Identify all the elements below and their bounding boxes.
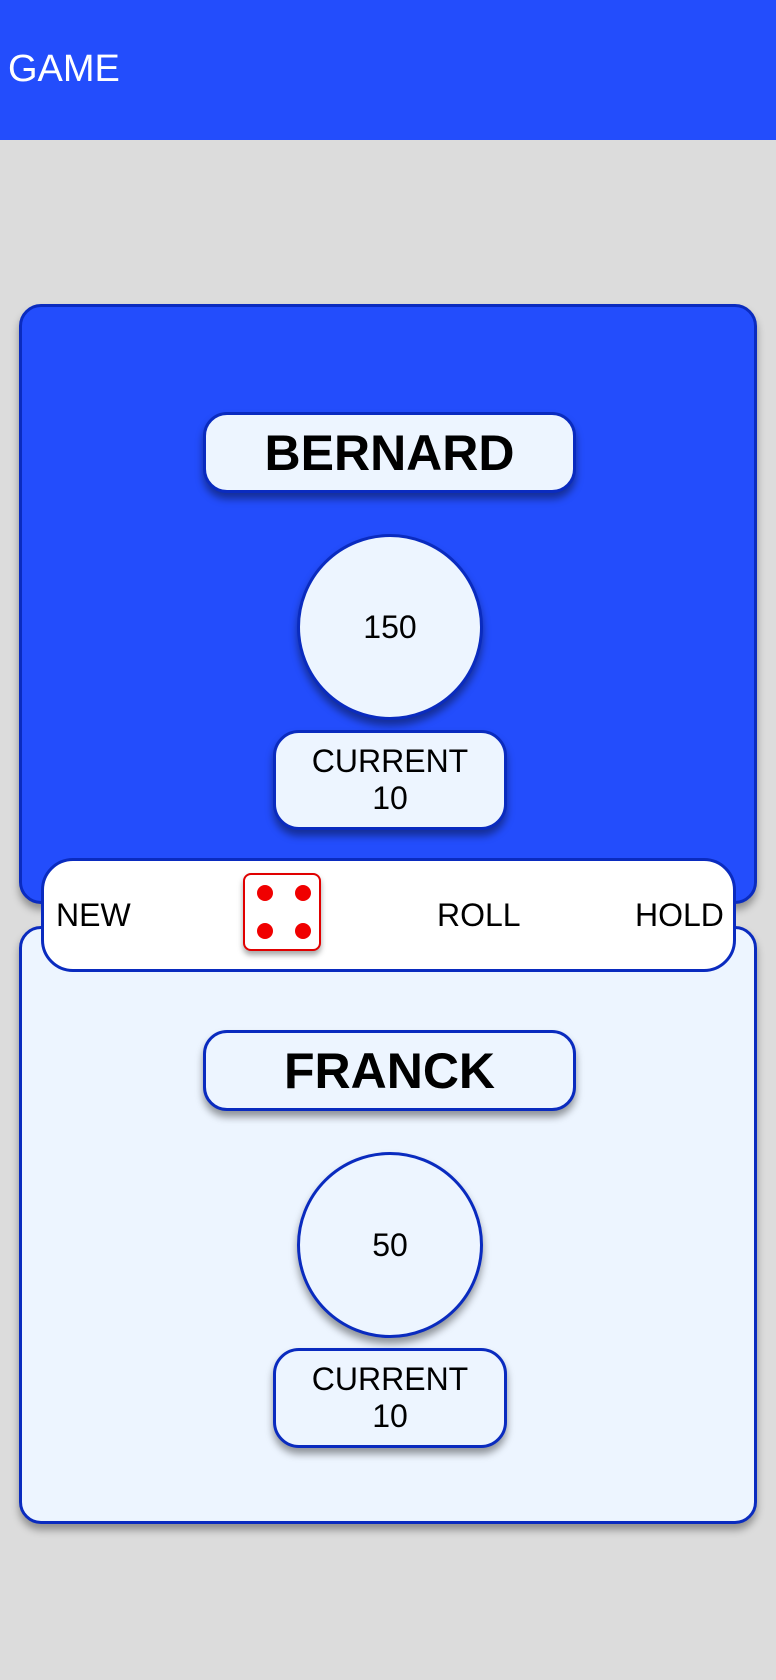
hold-button[interactable]: HOLD — [635, 861, 724, 969]
new-game-button[interactable]: NEW — [56, 861, 131, 969]
player-2-current-label: CURRENT — [311, 1361, 469, 1397]
app-title: GAME — [8, 48, 120, 90]
player-1-score: 150 — [297, 534, 483, 720]
player-1-panel: BERNARD 150 CURRENT 10 — [19, 304, 757, 904]
player-2-current-value: 10 — [372, 1398, 408, 1434]
player-1-current-value: 10 — [372, 780, 408, 816]
player-2-name: FRANCK — [203, 1030, 576, 1111]
player-1-current-box: CURRENT 10 — [273, 730, 507, 830]
dice-pip — [257, 923, 273, 939]
player-2-current-box: CURRENT 10 — [273, 1348, 507, 1448]
roll-dice-button[interactable]: ROLL — [437, 861, 521, 969]
player-2-panel: FRANCK 50 CURRENT 10 — [19, 926, 757, 1524]
player-1-current-label: CURRENT — [311, 743, 469, 779]
control-bar: NEW ROLL HOLD — [41, 858, 736, 972]
dice-face-four-icon — [243, 873, 321, 951]
player-2-score: 50 — [297, 1152, 483, 1338]
dice-pip — [257, 885, 273, 901]
player-1-name: BERNARD — [203, 412, 576, 493]
dice-pip — [295, 885, 311, 901]
dice-pip — [295, 923, 311, 939]
app-header: GAME — [0, 0, 776, 140]
